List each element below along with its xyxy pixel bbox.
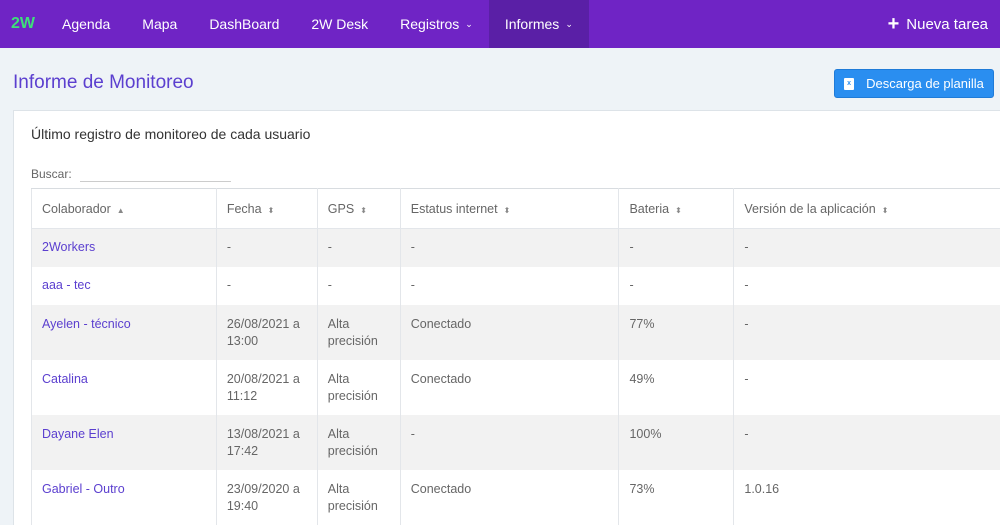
column-header-estatus-internet[interactable]: Estatus internet ⬍ [399, 188, 620, 229]
cell-version: - [733, 359, 1000, 415]
cell-estatus: Conectado [399, 359, 620, 415]
cell-version: - [733, 414, 1000, 470]
cell-estatus: Conectado [399, 469, 620, 525]
download-spreadsheet-button[interactable]: x Descarga de planilla [834, 69, 994, 98]
nav-item-agenda[interactable]: Agenda [46, 0, 126, 48]
cell-version: - [733, 228, 1000, 267]
user-link[interactable]: Dayane Elen [31, 414, 217, 470]
chevron-down-icon: ⌄ [565, 18, 573, 29]
table-row: 2Workers - - - - - [31, 228, 1000, 267]
download-button-label: Descarga de planilla [866, 76, 984, 91]
user-link[interactable]: Gabriel - Outro [31, 469, 217, 525]
monitoring-table: Colaborador ▲ Fecha ⬍ GPS ⬍ Estatus interne… [31, 188, 1000, 525]
column-header-colaborador[interactable]: Colaborador ▲ [31, 188, 217, 229]
card-title: Último registro de monitoreo de cada usu… [31, 126, 311, 142]
cell-gps: - [316, 266, 401, 305]
nav-item-2w-desk[interactable]: 2W Desk [295, 0, 384, 48]
user-link[interactable]: Catalina [31, 359, 217, 415]
nav-item-label: Registros [400, 16, 460, 32]
chevron-down-icon: ⌄ [465, 18, 473, 29]
cell-bateria: 49% [618, 359, 735, 415]
cell-fecha: 23/09/2020 a 19:40 [215, 469, 318, 525]
table-row: aaa - tec - - - - - [31, 266, 1000, 305]
cell-gps: Alta precisión [316, 304, 401, 360]
user-link[interactable]: Ayelen - técnico [31, 304, 217, 360]
nav-item-informes[interactable]: Informes ⌄ [488, 0, 589, 48]
nav-item-mapa[interactable]: Mapa [126, 0, 193, 48]
cell-version: - [733, 266, 1000, 305]
cell-estatus: Conectado [399, 304, 620, 360]
brand-logo[interactable]: 2W [0, 0, 46, 48]
plus-icon: + [887, 13, 900, 35]
column-header-gps[interactable]: GPS ⬍ [316, 188, 401, 229]
table-row: Catalina 20/08/2021 a 11:12 Alta precisi… [31, 359, 1000, 415]
sort-icon: ⬍ [360, 205, 367, 215]
cell-bateria: 77% [618, 304, 735, 360]
cell-fecha: 20/08/2021 a 11:12 [215, 359, 318, 415]
cell-gps: Alta precisión [316, 469, 401, 525]
cell-bateria: 100% [618, 414, 735, 470]
page-title: Informe de Monitoreo [13, 72, 194, 93]
sort-icon: ⬍ [503, 205, 511, 215]
spreadsheet-file-icon: x [844, 77, 855, 90]
cell-version: 1.0.16 [733, 469, 1000, 525]
search-label: Buscar: [31, 167, 72, 181]
cell-estatus: - [399, 414, 620, 470]
cell-bateria: - [618, 266, 735, 305]
column-header-fecha[interactable]: Fecha ⬍ [215, 188, 318, 229]
cell-bateria: - [618, 228, 735, 267]
sort-icon: ⬍ [267, 205, 275, 215]
cell-bateria: 73% [618, 469, 735, 525]
nav-item-label: Informes [504, 16, 560, 32]
table-row: Gabriel - Outro 23/09/2020 a 19:40 Alta … [31, 469, 1000, 525]
nav-item-registros[interactable]: Registros ⌄ [384, 0, 489, 48]
table-header-row: Colaborador ▲ Fecha ⬍ GPS ⬍ Estatus interne… [31, 188, 1000, 229]
nav-item-label: Agenda [62, 16, 111, 32]
cell-estatus: - [399, 228, 620, 267]
cell-fecha: - [215, 266, 318, 305]
nav-item-label: Mapa [142, 16, 178, 32]
column-header-bateria[interactable]: Bateria ⬍ [618, 188, 735, 229]
search-input[interactable] [80, 164, 231, 182]
sort-asc-icon: ▲ [116, 205, 125, 215]
sort-icon: ⬍ [675, 205, 682, 215]
new-task-label: Nueva tarea [906, 15, 988, 33]
cell-fecha: 26/08/2021 a 13:00 [215, 304, 318, 360]
cell-fecha: 13/08/2021 a 17:42 [215, 414, 318, 470]
nav-item-label: DashBoard [209, 16, 280, 32]
cell-estatus: - [399, 266, 620, 305]
monitoring-card: Último registro de monitoreo de cada usu… [13, 110, 1000, 525]
cell-gps: Alta precisión [316, 414, 401, 470]
cell-version: - [733, 304, 1000, 360]
top-navbar: 2W Agenda Mapa DashBoard 2W Desk Registr… [0, 0, 1000, 48]
nav-item-dashboard[interactable]: DashBoard [193, 0, 295, 48]
cell-gps: Alta precisión [316, 359, 401, 415]
table-row: Ayelen - técnico 26/08/2021 a 13:00 Alta… [31, 304, 1000, 360]
new-task-button[interactable]: + Nueva tarea [888, 0, 988, 48]
cell-fecha: - [215, 228, 318, 267]
sort-icon: ⬍ [881, 205, 889, 215]
cell-gps: - [316, 228, 401, 267]
user-link[interactable]: aaa - tec [31, 266, 217, 305]
user-link[interactable]: 2Workers [31, 228, 217, 267]
column-header-version[interactable]: Versión de la aplicación ⬍ [733, 188, 1000, 229]
nav-item-label: 2W Desk [311, 16, 369, 32]
table-row: Dayane Elen 13/08/2021 a 17:42 Alta prec… [31, 414, 1000, 470]
